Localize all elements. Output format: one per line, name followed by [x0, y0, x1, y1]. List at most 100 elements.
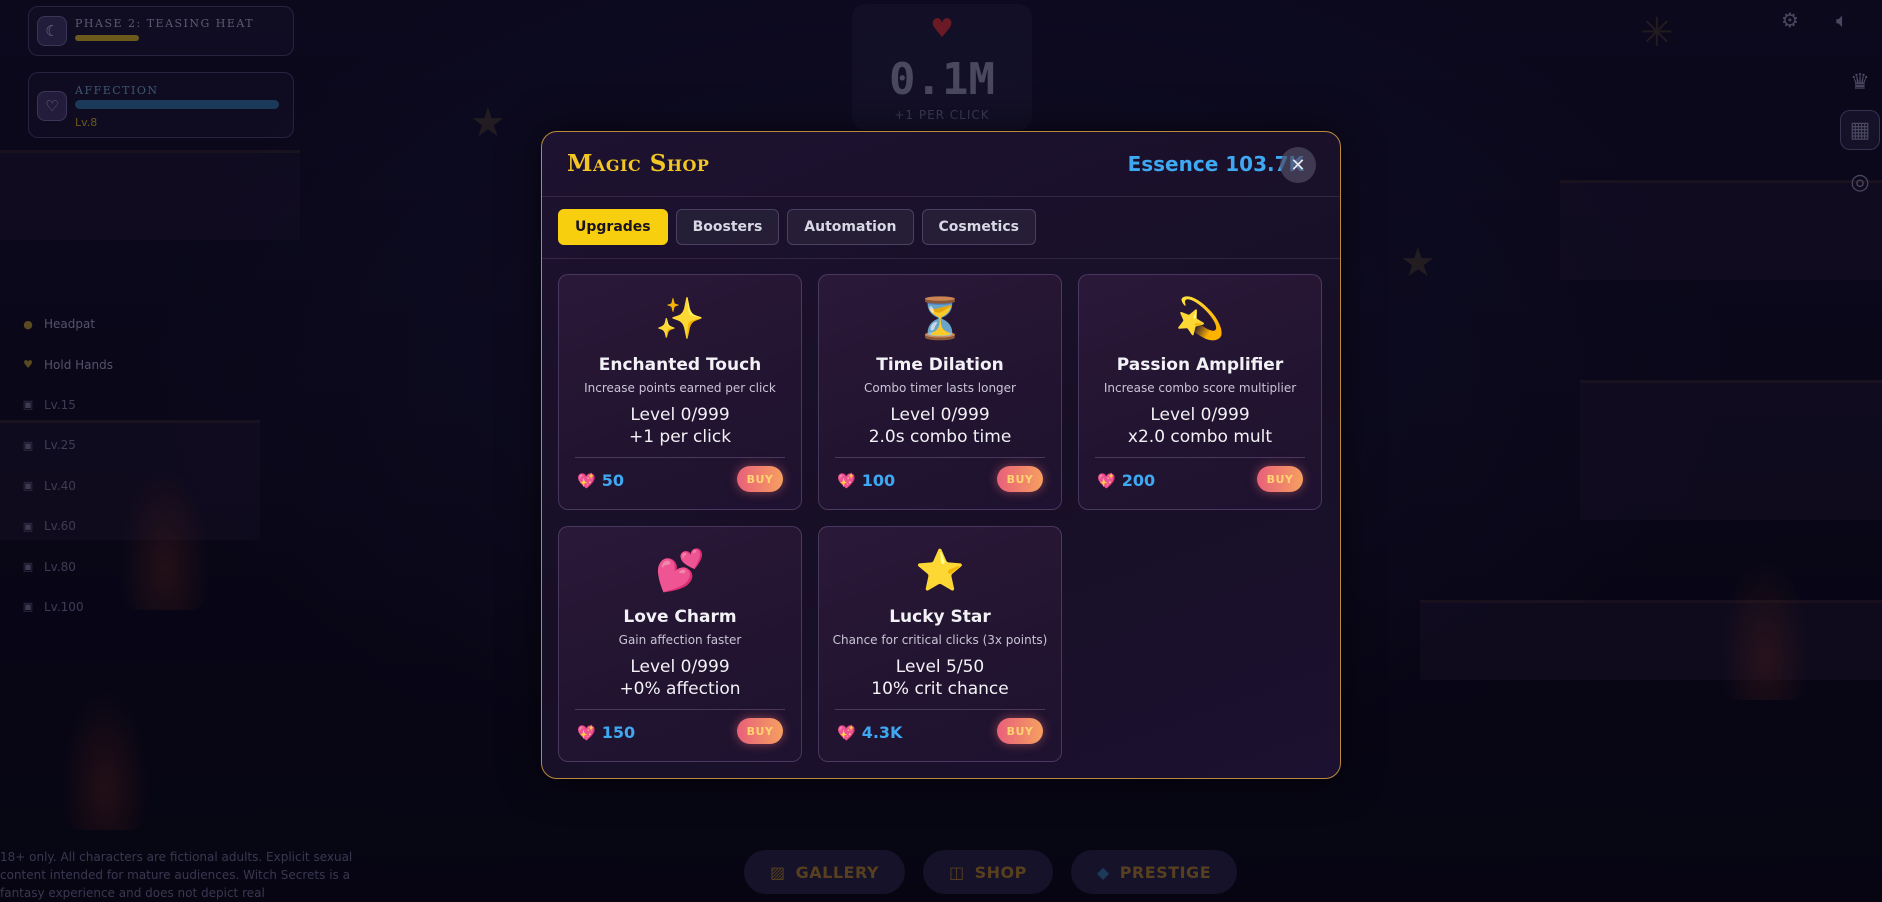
gallery-label: GALLERY	[795, 862, 879, 882]
upgrade-cost: 💖 200	[1097, 471, 1155, 490]
upgrade-card-love-charm: 💕 Love Charm Gain affection faster Level…	[558, 526, 802, 762]
upgrade-level: Level 0/999	[630, 657, 730, 677]
card-divider	[575, 709, 785, 710]
prestige-label: PRESTIGE	[1119, 862, 1212, 882]
moon-icon: ☾	[37, 16, 67, 46]
disclaimer-text: 18+ only. All characters are fictional a…	[0, 850, 353, 900]
action-menu: ● Headpat ♥ Hold Hands ▣ Lv.15 ▣ Lv.25 ▣…	[22, 304, 113, 627]
tab-upgrades[interactable]: Upgrades	[558, 209, 668, 245]
action-item-locked[interactable]: ▣ Lv.60	[22, 506, 113, 546]
cost-value: 50	[601, 471, 624, 490]
upgrade-name: Love Charm	[623, 607, 737, 627]
close-button[interactable]: ✕	[1280, 147, 1316, 183]
heart-cost-icon: 💖	[577, 723, 596, 742]
image-icon: ▨	[770, 862, 786, 882]
shop-label: SHOP	[974, 862, 1027, 882]
upgrade-description: Gain affection faster	[618, 633, 742, 647]
action-label: Lv.60	[44, 519, 76, 534]
affection-title: AFFECTION	[75, 84, 159, 97]
upgrade-description: Chance for critical clicks (3x points)	[832, 633, 1048, 647]
bottom-nav: ▨ GALLERY ◫ SHOP ◆ PRESTIGE	[744, 850, 1238, 894]
upgrade-description: Increase combo score multiplier	[1103, 381, 1297, 395]
buy-button[interactable]: BUY	[997, 718, 1043, 744]
essence-balance: Essence 103.7K	[1127, 152, 1304, 176]
dizzy-star-icon: 💫	[1175, 296, 1225, 342]
action-label: Lv.15	[44, 397, 76, 412]
heart-icon: ♥	[930, 14, 954, 44]
upgrade-level: Level 0/999	[890, 405, 990, 425]
upgrade-level: Level 5/50	[895, 657, 985, 677]
lock-icon: ▣	[22, 438, 34, 452]
bag-icon: ◫	[949, 862, 965, 882]
upgrade-card-time-dilation: ⏳ Time Dilation Combo timer lasts longer…	[818, 274, 1062, 510]
buy-button[interactable]: BUY	[737, 718, 783, 744]
trophy-icon[interactable]: ♛	[1840, 62, 1880, 102]
upgrade-cost: 💖 4.3K	[837, 723, 902, 742]
action-item-locked[interactable]: ▣ Lv.15	[22, 385, 113, 425]
upgrade-description: Increase points earned per click	[584, 381, 776, 395]
shop-button[interactable]: ◫ SHOP	[923, 850, 1053, 894]
upgrade-card-enchanted-touch: ✨ Enchanted Touch Increase points earned…	[558, 274, 802, 510]
upgrade-card-passion-amplifier: 💫 Passion Amplifier Increase combo score…	[1078, 274, 1322, 510]
upgrade-effect: +0% affection	[619, 679, 741, 699]
tabs-divider	[542, 258, 1340, 259]
phase-progress-bar	[75, 35, 139, 41]
card-divider	[575, 457, 785, 458]
gem-icon: ◆	[1096, 862, 1110, 882]
lock-icon: ▣	[22, 479, 34, 493]
heart-cost-icon: 💖	[1097, 471, 1116, 490]
action-label: Hold Hands	[44, 357, 113, 372]
shop-tabs: Upgrades Boosters Automation Cosmetics	[558, 209, 1036, 245]
target-icon[interactable]: ◎	[1840, 162, 1880, 202]
star-icon: ⭐	[915, 548, 965, 594]
heart-cost-icon: 💖	[837, 723, 856, 742]
gift-icon[interactable]: ▦	[1840, 110, 1880, 150]
upgrade-name: Passion Amplifier	[1116, 355, 1284, 375]
heart-icon: ♥	[23, 358, 33, 372]
buy-button[interactable]: BUY	[737, 466, 783, 492]
sound-icon[interactable]: 🔈︎	[1830, 8, 1854, 32]
magic-shop-modal: Magic Shop Essence 103.7K ✕ Upgrades Boo…	[541, 131, 1341, 779]
score-counter: ♥ 0.1M +1 PER CLICK	[852, 4, 1032, 130]
sparkles-icon: ✨	[655, 296, 705, 342]
lock-icon: ▣	[22, 398, 34, 412]
buy-button[interactable]: BUY	[1257, 466, 1303, 492]
action-item-locked[interactable]: ▣ Lv.25	[22, 425, 113, 465]
per-click-label: +1 PER CLICK	[894, 108, 990, 122]
upgrade-name: Enchanted Touch	[598, 355, 762, 375]
action-item-headpat[interactable]: ● Headpat	[22, 304, 113, 344]
cost-value: 4.3K	[861, 723, 903, 742]
card-divider	[835, 457, 1045, 458]
upgrade-card-lucky-star: ⭐ Lucky Star Chance for critical clicks …	[818, 526, 1062, 762]
action-label: Lv.25	[44, 438, 76, 453]
tab-cosmetics[interactable]: Cosmetics	[921, 209, 1036, 245]
header-divider	[542, 196, 1340, 197]
upgrade-cost: 💖 50	[577, 471, 624, 490]
cost-value: 100	[861, 471, 896, 490]
modal-title: Magic Shop	[567, 150, 710, 177]
settings-gear-icon[interactable]: ⚙	[1778, 8, 1802, 32]
lock-icon: ▣	[22, 519, 34, 533]
action-item-locked[interactable]: ▣ Lv.80	[22, 546, 113, 586]
action-item-locked[interactable]: ▣ Lv.40	[22, 466, 113, 506]
heart-cost-icon: 💖	[577, 471, 596, 490]
heart-outline-icon: ♡	[37, 91, 67, 121]
upgrade-level: Level 0/999	[1150, 405, 1250, 425]
card-divider	[835, 709, 1045, 710]
buy-button[interactable]: BUY	[997, 466, 1043, 492]
tab-automation[interactable]: Automation	[787, 209, 914, 245]
cost-value: 200	[1121, 471, 1156, 490]
prestige-button[interactable]: ◆ PRESTIGE	[1070, 850, 1238, 894]
upgrade-effect: +1 per click	[628, 427, 732, 447]
action-item-locked[interactable]: ▣ Lv.100	[22, 587, 113, 627]
upgrade-effect: 2.0s combo time	[868, 427, 1012, 447]
tab-boosters[interactable]: Boosters	[675, 209, 780, 245]
lock-icon: ▣	[22, 560, 34, 574]
cost-value: 150	[601, 723, 636, 742]
action-item-hold-hands[interactable]: ♥ Hold Hands	[22, 344, 113, 384]
upgrade-effect: x2.0 combo mult	[1127, 427, 1273, 447]
gallery-button[interactable]: ▨ GALLERY	[744, 850, 905, 894]
upgrade-name: Lucky Star	[889, 607, 991, 627]
two-hearts-icon: 💕	[655, 548, 705, 594]
action-label: Lv.80	[44, 559, 76, 574]
